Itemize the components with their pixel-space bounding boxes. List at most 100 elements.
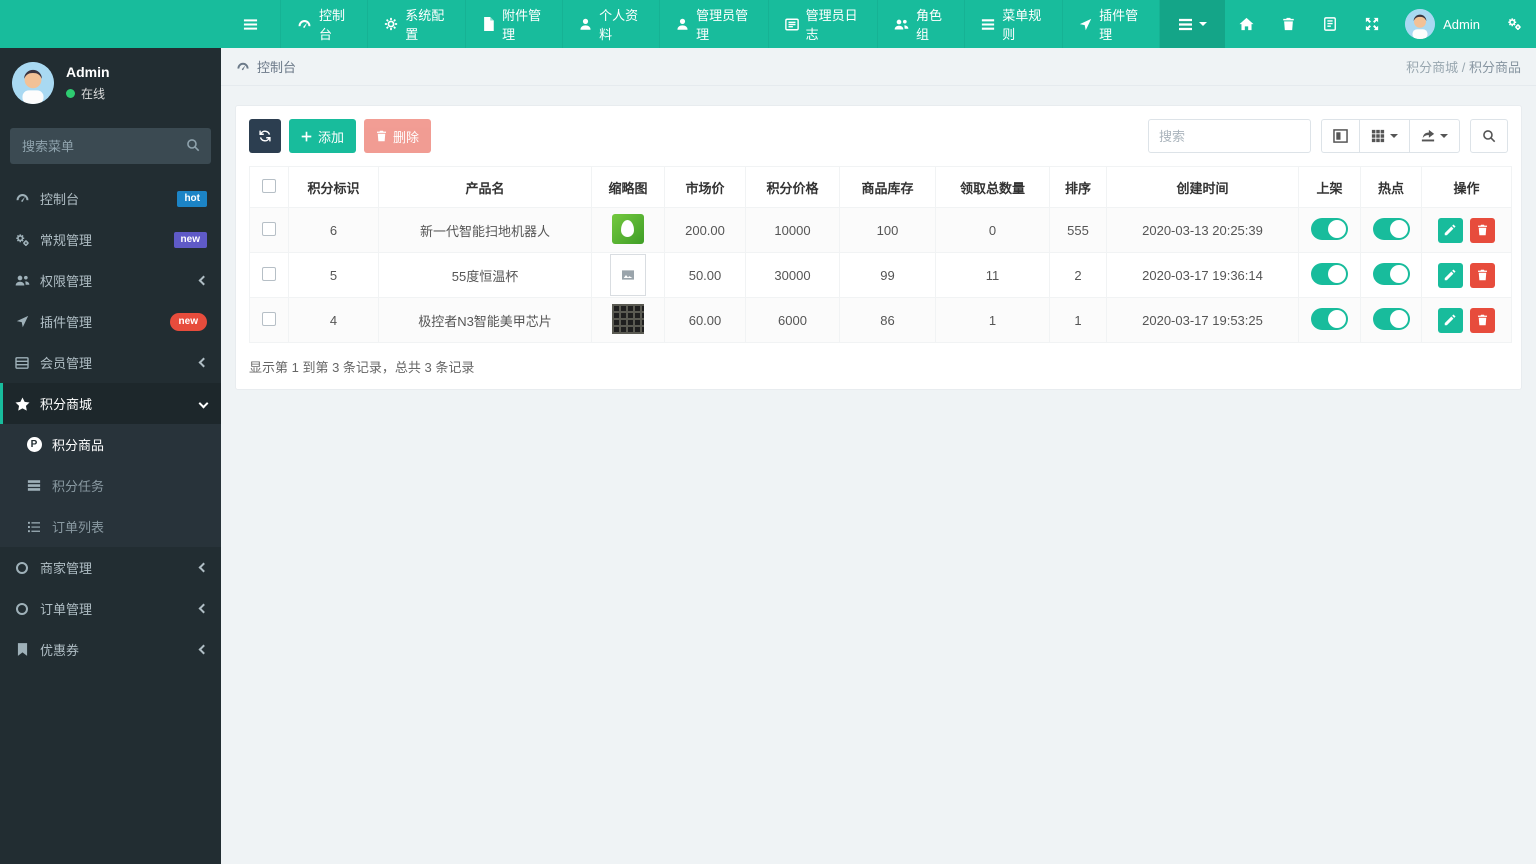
delete-button[interactable]: 删除 — [364, 119, 432, 153]
nav-item-console[interactable]: 控制台 — [280, 0, 367, 48]
chevron-left-icon — [198, 562, 209, 573]
on-shelf-toggle[interactable] — [1311, 307, 1348, 330]
col-header-hot[interactable]: 热点 — [1360, 166, 1422, 208]
online-status-label: 在线 — [81, 87, 106, 101]
cell-market-price: 50.00 — [664, 252, 746, 298]
sidebar-item-score-mall[interactable]: 积分商城 — [0, 383, 221, 424]
admin-icon — [676, 17, 689, 31]
docs-button[interactable] — [1309, 0, 1351, 48]
list-icon — [14, 356, 30, 369]
nav-item-label: 管理员日志 — [805, 8, 858, 42]
breadcrumb-left-label[interactable]: 控制台 — [257, 57, 296, 76]
avatar — [12, 62, 54, 104]
delete-row-button[interactable] — [1470, 307, 1496, 333]
sidebar-item-permission-manage[interactable]: 权限管理 — [0, 260, 221, 301]
sidebar-item-console[interactable]: 控制台 hot — [0, 178, 221, 219]
hot-toggle[interactable] — [1372, 307, 1410, 330]
toggle-view-button[interactable] — [1321, 119, 1359, 153]
sidebar-item-coupon[interactable]: 优惠券 — [0, 629, 221, 670]
clear-cache-button[interactable] — [1268, 0, 1309, 48]
table-row[interactable]: 4 极控者N3智能美甲芯片 60.00 6000 86 1 1 2020-03-… — [249, 297, 1512, 343]
broken-image-icon[interactable] — [610, 254, 646, 296]
sidebar-subitem-score-goods[interactable]: P 积分商品 — [0, 424, 221, 465]
sidebar-item-label: 积分商城 — [40, 397, 93, 412]
on-shelf-toggle[interactable] — [1311, 217, 1348, 240]
edit-button[interactable] — [1437, 307, 1463, 333]
col-header-sort[interactable]: 排序 — [1049, 166, 1107, 208]
row-checkbox[interactable] — [262, 221, 276, 236]
sidebar-subitem-order-list[interactable]: 订单列表 — [0, 506, 221, 547]
nav-item-plugin-manage[interactable]: 插件管理 — [1062, 0, 1161, 48]
users-icon — [14, 274, 30, 287]
sidebar-search — [10, 128, 211, 164]
sidebar-subitem-score-task[interactable]: 积分任务 — [0, 465, 221, 506]
table-row[interactable]: 6 新一代智能扫地机器人 200.00 10000 100 0 555 2020… — [249, 207, 1512, 253]
select-all-checkbox[interactable] — [262, 178, 276, 193]
search-toggle-button[interactable] — [1470, 119, 1508, 153]
col-header-stock[interactable]: 商品库存 — [839, 166, 936, 208]
col-header-created[interactable]: 创建时间 — [1106, 166, 1299, 208]
menu-search-input[interactable] — [10, 128, 211, 164]
fullscreen-button[interactable] — [1351, 0, 1393, 48]
hot-toggle[interactable] — [1372, 217, 1410, 240]
edit-button[interactable] — [1437, 262, 1463, 288]
col-header-operate[interactable]: 操作 — [1421, 166, 1512, 208]
row-checkbox[interactable] — [262, 311, 276, 326]
edit-button[interactable] — [1437, 217, 1463, 243]
breadcrumb-right: 积分商城 / 积分商品 — [1406, 57, 1521, 76]
nav-item-role-group[interactable]: 角色组 — [877, 0, 964, 48]
col-header-name[interactable]: 产品名 — [378, 166, 592, 208]
refresh-button[interactable] — [249, 119, 281, 153]
delete-row-button[interactable] — [1470, 262, 1496, 288]
sidebar-item-general-manage[interactable]: 常规管理 new — [0, 219, 221, 260]
product-thumbnail[interactable] — [612, 213, 644, 244]
nav-item-attachment[interactable]: 附件管理 — [465, 0, 562, 48]
nav-item-admin-log[interactable]: 管理员日志 — [767, 0, 877, 48]
settings-button[interactable] — [1492, 0, 1536, 48]
col-header-score-price[interactable]: 积分价格 — [745, 166, 840, 208]
product-thumbnail[interactable] — [612, 303, 644, 334]
sidebar-toggle-button[interactable] — [221, 0, 280, 48]
sidebar-item-merchant-manage[interactable]: 商家管理 — [0, 547, 221, 588]
user-icon — [579, 17, 592, 31]
col-header-thumb[interactable]: 缩略图 — [591, 166, 665, 208]
sidebar-item-member-manage[interactable]: 会员管理 — [0, 342, 221, 383]
user-menu[interactable]: Admin — [1393, 0, 1492, 48]
search-icon[interactable] — [186, 138, 200, 152]
col-header-received[interactable]: 领取总数量 — [935, 166, 1050, 208]
nav-item-menu-rule[interactable]: 菜单规则 — [964, 0, 1062, 48]
nav-item-profile[interactable]: 个人资料 — [562, 0, 659, 48]
nav-tabs-dropdown[interactable] — [1160, 0, 1226, 48]
nav-item-label: 控制台 — [319, 8, 346, 42]
docs-icon — [1323, 17, 1337, 31]
navbar-brand-spacer — [0, 0, 221, 48]
delete-row-button[interactable] — [1470, 217, 1496, 243]
sidebar-item-label: 控制台 — [40, 192, 80, 207]
breadcrumb-parent[interactable]: 积分商城 — [1406, 60, 1458, 75]
export-button[interactable] — [1409, 119, 1460, 153]
sidebar-item-plugin-manage[interactable]: 插件管理 new — [0, 301, 221, 342]
row-checkbox[interactable] — [262, 266, 276, 281]
add-button-label: 添加 — [318, 129, 345, 145]
cell-received: 1 — [935, 297, 1050, 343]
nav-item-system-config[interactable]: 系统配置 — [367, 0, 465, 48]
sidebar-item-order-manage[interactable]: 订单管理 — [0, 588, 221, 629]
cell-id: 5 — [288, 252, 379, 298]
home-button[interactable] — [1225, 0, 1268, 48]
col-header-id[interactable]: 积分标识 — [288, 166, 379, 208]
hot-toggle[interactable] — [1372, 262, 1410, 285]
nav-item-admin-manage[interactable]: 管理员管理 — [659, 0, 768, 48]
col-header-market-price[interactable]: 市场价 — [664, 166, 746, 208]
table-row[interactable]: 5 55度恒温杯 50.00 30000 99 11 2 2020-03-17 … — [249, 252, 1512, 298]
home-icon — [1239, 17, 1254, 31]
dashboard-icon — [14, 191, 30, 206]
col-header-on-shelf[interactable]: 上架 — [1298, 166, 1361, 208]
table-search-input[interactable] — [1148, 119, 1311, 153]
add-button[interactable]: 添加 — [289, 119, 357, 153]
fullscreen-icon — [1365, 17, 1379, 31]
cell-received: 11 — [935, 252, 1050, 298]
nav-item-label: 插件管理 — [1099, 8, 1139, 42]
nav-item-label: 附件管理 — [502, 8, 542, 42]
columns-button[interactable] — [1359, 119, 1409, 153]
on-shelf-toggle[interactable] — [1311, 262, 1348, 285]
